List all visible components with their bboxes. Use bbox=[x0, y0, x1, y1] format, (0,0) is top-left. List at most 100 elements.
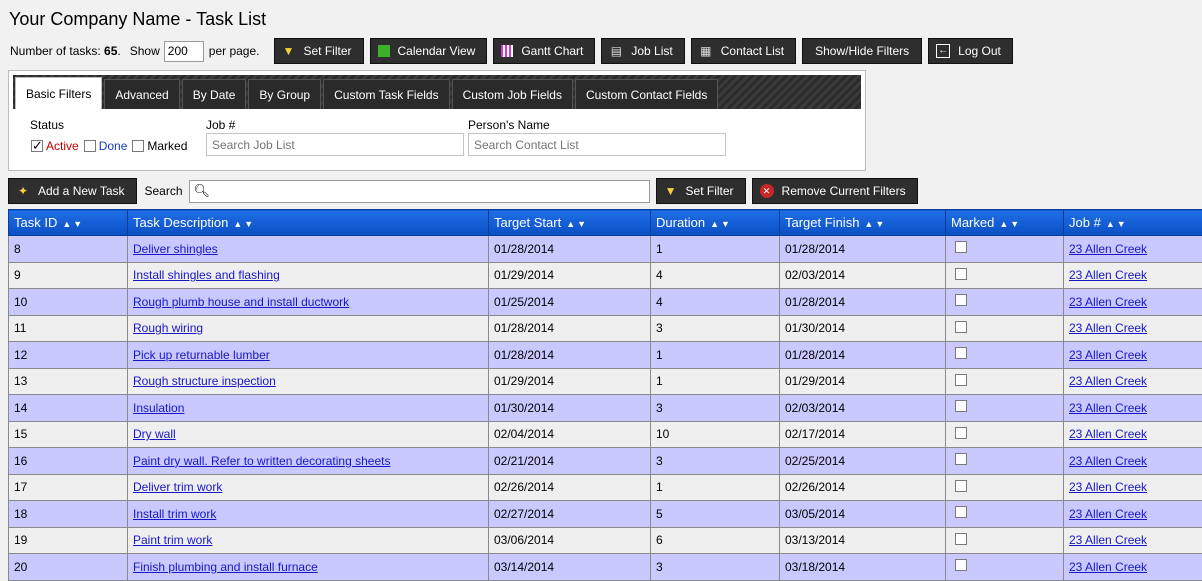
job-link[interactable]: 23 Allen Creek bbox=[1069, 295, 1147, 309]
add-task-button[interactable]: ✦ Add a New Task bbox=[8, 178, 137, 204]
cell-target-start: 01/28/2014 bbox=[489, 342, 651, 369]
marked-checkbox[interactable] bbox=[955, 506, 967, 518]
job-link[interactable]: 23 Allen Creek bbox=[1069, 480, 1147, 494]
job-link[interactable]: 23 Allen Creek bbox=[1069, 374, 1147, 388]
cell-target-finish: 02/25/2014 bbox=[780, 448, 946, 475]
remove-filters-button[interactable]: ✕ Remove Current Filters bbox=[752, 178, 918, 204]
sort-arrows-icon[interactable]: ▲▼ bbox=[999, 219, 1021, 229]
cell-job: 23 Allen Creek bbox=[1064, 342, 1202, 369]
task-description-link[interactable]: Deliver trim work bbox=[133, 480, 222, 494]
cell-duration: 4 bbox=[651, 262, 780, 289]
search-input[interactable]: 🔍︎ bbox=[189, 180, 650, 203]
set-filter-button[interactable]: ▼ Set Filter bbox=[274, 38, 364, 64]
marked-checkbox[interactable] bbox=[132, 140, 144, 152]
job-link[interactable]: 23 Allen Creek bbox=[1069, 560, 1147, 574]
cell-description: Install shingles and flashing bbox=[128, 262, 489, 289]
marked-checkbox[interactable] bbox=[955, 480, 967, 492]
contact-list-button[interactable]: ▦ Contact List bbox=[691, 38, 796, 64]
sort-arrows-icon[interactable]: ▲▼ bbox=[864, 219, 886, 229]
header-label: Task ID bbox=[14, 215, 57, 230]
column-header-duration[interactable]: Duration▲▼ bbox=[651, 210, 780, 236]
tab-custom-task-fields[interactable]: Custom Task Fields bbox=[323, 79, 449, 109]
show-hide-filters-button[interactable]: Show/Hide Filters bbox=[802, 38, 922, 64]
tab-by-date[interactable]: By Date bbox=[182, 79, 247, 109]
cell-target-finish: 01/29/2014 bbox=[780, 368, 946, 395]
marked-checkbox[interactable] bbox=[955, 400, 967, 412]
cell-task-id: 11 bbox=[9, 315, 128, 342]
cell-target-finish: 02/03/2014 bbox=[780, 395, 946, 422]
task-description-link[interactable]: Rough structure inspection bbox=[133, 374, 276, 388]
cell-task-id: 18 bbox=[9, 501, 128, 528]
cell-target-start: 02/27/2014 bbox=[489, 501, 651, 528]
job-link[interactable]: 23 Allen Creek bbox=[1069, 321, 1147, 335]
task-description-link[interactable]: Paint trim work bbox=[133, 533, 212, 547]
tab-advanced[interactable]: Advanced bbox=[104, 79, 179, 109]
task-description-link[interactable]: Pick up returnable lumber bbox=[133, 348, 270, 362]
job-number-label: Job # bbox=[206, 118, 235, 132]
marked-checkbox[interactable] bbox=[955, 347, 967, 359]
cell-target-start: 01/29/2014 bbox=[489, 262, 651, 289]
person-name-label: Person's Name bbox=[468, 118, 550, 132]
marked-checkbox[interactable] bbox=[955, 241, 967, 253]
tab-custom-job-fields[interactable]: Custom Job Fields bbox=[452, 79, 573, 109]
marked-checkbox[interactable] bbox=[955, 559, 967, 571]
job-link[interactable]: 23 Allen Creek bbox=[1069, 268, 1147, 282]
task-description-link[interactable]: Rough plumb house and install ductwork bbox=[133, 295, 349, 309]
task-description-link[interactable]: Dry wall bbox=[133, 427, 176, 441]
marked-checkbox[interactable] bbox=[955, 294, 967, 306]
task-description-link[interactable]: Install trim work bbox=[133, 507, 216, 521]
column-header-task-id[interactable]: Task ID ▲▼ bbox=[9, 210, 128, 236]
show-label: Show bbox=[130, 44, 160, 58]
task-count-value: 65 bbox=[104, 44, 117, 58]
gantt-chart-button[interactable]: Gantt Chart bbox=[493, 38, 595, 64]
job-link[interactable]: 23 Allen Creek bbox=[1069, 507, 1147, 521]
marked-checkbox[interactable] bbox=[955, 427, 967, 439]
marked-checkbox[interactable] bbox=[955, 268, 967, 280]
job-link[interactable]: 23 Allen Creek bbox=[1069, 454, 1147, 468]
column-header-job[interactable]: Job #▲▼ bbox=[1064, 210, 1202, 236]
sort-arrows-icon[interactable]: ▲▼ bbox=[710, 219, 732, 229]
job-link[interactable]: 23 Allen Creek bbox=[1069, 401, 1147, 415]
task-description-link[interactable]: Deliver shingles bbox=[133, 242, 218, 256]
tab-basic-filters[interactable]: Basic Filters bbox=[15, 77, 102, 109]
cell-description: Rough plumb house and install ductwork bbox=[128, 289, 489, 316]
sort-arrows-icon[interactable]: ▲▼ bbox=[1106, 219, 1128, 229]
column-header-target-start[interactable]: Target Start▲▼ bbox=[489, 210, 651, 236]
set-filter-button-2[interactable]: ▼ Set Filter bbox=[656, 178, 746, 204]
task-description-link[interactable]: Rough wiring bbox=[133, 321, 203, 335]
column-header-marked[interactable]: Marked▲▼ bbox=[946, 210, 1064, 236]
job-link[interactable]: 23 Allen Creek bbox=[1069, 242, 1147, 256]
tab-by-group[interactable]: By Group bbox=[248, 79, 321, 109]
task-description-link[interactable]: Paint dry wall. Refer to written decorat… bbox=[133, 454, 390, 468]
marked-checkbox[interactable] bbox=[955, 374, 967, 386]
tab-custom-contact-fields[interactable]: Custom Contact Fields bbox=[575, 79, 718, 109]
cell-duration: 10 bbox=[651, 421, 780, 448]
person-search-input[interactable] bbox=[468, 133, 726, 156]
job-list-button[interactable]: ▤ Job List bbox=[601, 38, 684, 64]
done-checkbox[interactable] bbox=[84, 140, 96, 152]
column-header-description[interactable]: Task Description▲▼ bbox=[128, 210, 489, 236]
marked-checkbox[interactable] bbox=[955, 533, 967, 545]
sort-arrows-icon[interactable]: ▲▼ bbox=[62, 219, 84, 229]
marked-checkbox[interactable] bbox=[955, 453, 967, 465]
active-checkbox[interactable] bbox=[31, 140, 43, 152]
sort-arrows-icon[interactable]: ▲▼ bbox=[566, 219, 588, 229]
sort-arrows-icon[interactable]: ▲▼ bbox=[233, 219, 255, 229]
cell-duration: 3 bbox=[651, 315, 780, 342]
task-description-link[interactable]: Finish plumbing and install furnace bbox=[133, 560, 318, 574]
marked-checkbox[interactable] bbox=[955, 321, 967, 333]
job-link[interactable]: 23 Allen Creek bbox=[1069, 533, 1147, 547]
log-out-label: Log Out bbox=[958, 44, 1001, 58]
show-count-input[interactable] bbox=[164, 41, 204, 62]
calendar-view-button[interactable]: Calendar View bbox=[370, 38, 488, 64]
job-link[interactable]: 23 Allen Creek bbox=[1069, 348, 1147, 362]
log-out-button[interactable]: ← Log Out bbox=[928, 38, 1013, 64]
job-link[interactable]: 23 Allen Creek bbox=[1069, 427, 1147, 441]
table-row: 10Rough plumb house and install ductwork… bbox=[9, 289, 1202, 316]
cell-target-finish: 01/28/2014 bbox=[780, 342, 946, 369]
job-search-input[interactable] bbox=[206, 133, 464, 156]
column-header-target-finish[interactable]: Target Finish▲▼ bbox=[780, 210, 946, 236]
task-description-link[interactable]: Install shingles and flashing bbox=[133, 268, 280, 282]
task-description-link[interactable]: Insulation bbox=[133, 401, 184, 415]
table-row: 8Deliver shingles01/28/2014101/28/201423… bbox=[9, 236, 1202, 263]
